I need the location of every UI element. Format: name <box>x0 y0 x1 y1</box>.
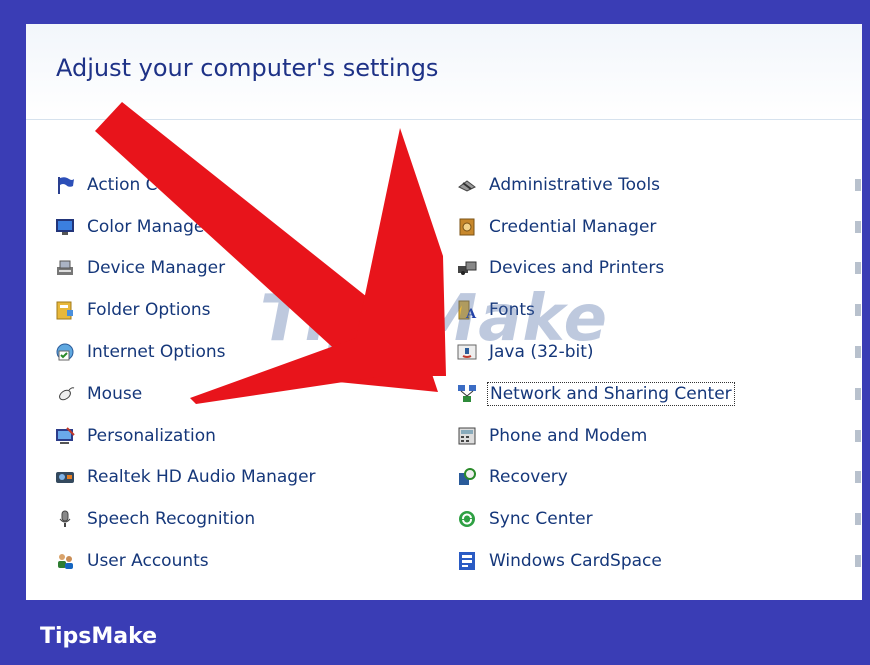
item-label: Recovery <box>489 467 568 488</box>
item-label: Personalization <box>87 425 216 446</box>
item-label: Realtek HD Audio Manager <box>87 467 316 488</box>
item-java[interactable]: Java (32-bit) <box>456 331 735 373</box>
item-phone-and-modem[interactable]: Phone and Modem <box>456 415 735 457</box>
item-label: Network and Sharing Center <box>487 381 735 406</box>
item-label: Devices and Printers <box>489 258 665 279</box>
item-label: Credential Manager <box>489 216 657 237</box>
page-title: Adjust your computer's settings <box>56 54 439 82</box>
item-label: Sync Center <box>489 509 593 530</box>
item-devices-and-printers[interactable]: Devices and Printers <box>456 248 735 290</box>
left-column: Action Center Color Management Device Ma… <box>54 164 318 582</box>
devices-printers-icon <box>456 257 478 279</box>
item-label: Windows CardSpace <box>489 551 662 572</box>
control-panel-window: Adjust your computer's settings Action C… <box>26 24 862 600</box>
item-device-manager[interactable]: Device Manager <box>54 248 318 290</box>
user-accounts-icon <box>54 550 76 572</box>
item-mouse[interactable]: Mouse <box>54 373 318 415</box>
sync-center-icon <box>456 508 478 530</box>
right-column: Administrative Tools Credential Manager … <box>456 164 735 582</box>
item-label: User Accounts <box>87 551 209 572</box>
item-label: Phone and Modem <box>489 425 648 446</box>
item-windows-cardspace[interactable]: Windows CardSpace <box>456 540 735 582</box>
microphone-icon <box>54 508 76 530</box>
item-user-accounts[interactable]: User Accounts <box>54 540 318 582</box>
internet-options-icon <box>54 341 76 363</box>
footer-brand: TipsMake <box>40 624 158 649</box>
item-label: Action Center <box>87 174 203 195</box>
item-label: Mouse <box>87 383 143 404</box>
admin-tools-icon <box>456 174 478 196</box>
monitor-color-icon <box>54 216 76 238</box>
network-icon <box>456 383 478 405</box>
fonts-icon: A <box>456 299 478 321</box>
item-folder-options[interactable]: Folder Options <box>54 289 318 331</box>
item-personalization[interactable]: Personalization <box>54 415 318 457</box>
audio-manager-icon <box>54 466 76 488</box>
item-label: Speech Recognition <box>87 509 256 530</box>
cardspace-icon <box>456 550 478 572</box>
credential-manager-icon <box>456 216 478 238</box>
item-label: Internet Options <box>87 342 226 363</box>
item-realtek-audio[interactable]: Realtek HD Audio Manager <box>54 457 318 499</box>
item-recovery[interactable]: Recovery <box>456 457 735 499</box>
item-speech-recognition[interactable]: Speech Recognition <box>54 498 318 540</box>
item-action-center[interactable]: Action Center <box>54 164 318 206</box>
recovery-icon <box>456 466 478 488</box>
item-administrative-tools[interactable]: Administrative Tools <box>456 164 735 206</box>
item-label: Folder Options <box>87 300 211 321</box>
mouse-icon <box>54 383 76 405</box>
item-internet-options[interactable]: Internet Options <box>54 331 318 373</box>
flag-icon <box>54 174 76 196</box>
item-credential-manager[interactable]: Credential Manager <box>456 206 735 248</box>
item-color-management[interactable]: Color Management <box>54 206 318 248</box>
item-label: Java (32-bit) <box>489 342 594 363</box>
item-label: Administrative Tools <box>489 174 661 195</box>
device-manager-icon <box>54 257 76 279</box>
folder-options-icon <box>54 299 76 321</box>
java-icon <box>456 341 478 363</box>
third-column-edge <box>855 164 862 582</box>
item-label: Color Management <box>87 216 249 237</box>
item-label: Fonts <box>489 300 535 321</box>
item-label: Device Manager <box>87 258 226 279</box>
personalization-icon <box>54 425 76 447</box>
item-sync-center[interactable]: Sync Center <box>456 498 735 540</box>
item-network-and-sharing-center[interactable]: Network and Sharing Center <box>456 373 735 415</box>
phone-modem-icon <box>456 425 478 447</box>
item-fonts[interactable]: A Fonts <box>456 289 735 331</box>
svg-text:A: A <box>465 307 477 320</box>
